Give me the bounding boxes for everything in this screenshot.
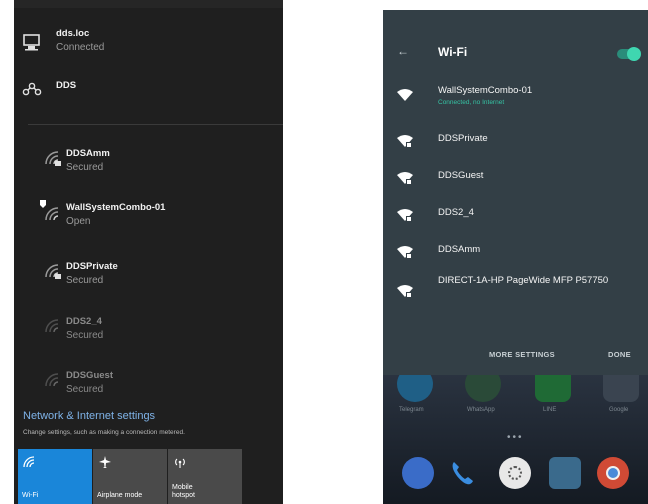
wifi-weak-icon [45,373,59,387]
hotspot-icon [175,458,185,468]
back-arrow-icon[interactable]: ← [397,44,409,58]
network-status: Connected, no Internet [438,99,505,106]
wifi-tile[interactable]: Wi-Fi [18,449,92,504]
flyout-top-strip [14,0,283,8]
network-status: Secured [66,275,104,286]
wifi-secured-icon [45,151,61,166]
airplane-mode-tile[interactable]: Airplane mode [93,449,167,504]
network-status: Secured [66,384,104,395]
wifi-secured-icon [45,264,61,279]
connection-dialup[interactable]: DDS [14,80,283,104]
network-status: Secured [66,162,104,173]
wifi-lock-icon [397,285,413,297]
network-item-wallsystemcombo[interactable]: WallSystemCombo-01 Open [14,200,283,244]
wifi-network-item[interactable]: DDSGuest [383,165,648,193]
mobile-hotspot-tile[interactable]: Mobile hotspot [168,449,242,504]
chrome-icon[interactable] [597,457,629,489]
wifi-lock-icon [397,246,413,258]
network-name: DDSAmm [438,244,481,255]
wifi-network-item[interactable]: DIRECT-1A-HP PageWide MFP P57750 [383,270,648,310]
network-item-ddsprivate[interactable]: DDSPrivate Secured [14,259,283,303]
network-settings-subtext: Change settings, such as making a connec… [23,429,185,436]
wifi-lock-icon [397,172,413,184]
network-name: DDSGuest [438,170,484,181]
connection-status: Connected [56,42,105,53]
network-name: DDSPrivate [66,261,118,272]
wifi-network-item[interactable]: WallSystemCombo-01 Connected, no Interne… [383,80,648,116]
ethernet-icon [23,34,40,51]
dialog-title: Wi-Fi [438,45,468,59]
network-name: WallSystemCombo-01 [66,202,166,213]
wifi-full-icon [397,89,413,101]
network-name: WallSystemCombo-01 [438,85,533,96]
wifi-toggle[interactable] [617,47,641,61]
network-name: DDSAmm [66,148,110,159]
tile-label: Airplane mode [97,492,143,499]
app-label: LINE [543,407,557,413]
page-indicator-dots: ••• [507,432,524,443]
more-settings-button[interactable]: MORE SETTINGS [489,350,555,359]
network-item-ddsguest[interactable]: DDSGuest Secured [14,368,283,412]
toggle-knob [627,47,641,61]
wifi-network-item[interactable]: DDSPrivate [383,128,648,156]
wifi-network-item[interactable]: DDSAmm [383,239,648,267]
app-drawer-icon[interactable] [499,457,531,489]
network-name: DDSGuest [66,370,113,381]
wifi-network-item[interactable]: DDS2_4 [383,202,648,230]
network-item-ddsamm[interactable]: DDSAmm Secured [14,146,283,190]
network-status: Open [66,216,91,227]
app-label: Telegram [399,407,424,413]
app-label: Google [609,407,629,413]
android-screen: Telegram WhatsApp LINE Google ••• ← Wi-F… [383,10,648,504]
dialup-icon [22,82,42,96]
network-name: DIRECT-1A-HP PageWide MFP P57750 [438,275,609,286]
wifi-open-icon [40,200,59,221]
wifi-icon [23,456,35,468]
network-status: Secured [66,330,104,341]
wifi-lock-icon [397,135,413,147]
network-name: DDS2_4 [66,316,102,327]
tile-label: Mobile hotspot [172,484,195,499]
network-name: DDSPrivate [438,133,488,144]
tile-label: Wi-Fi [22,492,39,499]
network-item-dds2-4[interactable]: DDS2_4 Secured [14,314,283,358]
wifi-lock-icon [397,209,413,221]
camera-icon[interactable] [549,457,581,489]
flyout-divider [28,124,283,125]
connection-name: DDS [56,80,77,91]
app-label: WhatsApp [467,407,495,413]
phone-icon[interactable] [447,458,477,488]
network-name: DDS2_4 [438,207,474,218]
done-button[interactable]: DONE [608,350,631,359]
messages-icon[interactable] [402,457,434,489]
connection-ethernet[interactable]: dds.loc Connected [14,28,283,58]
network-settings-link[interactable]: Network & Internet settings [23,410,155,422]
wifi-weak-icon [45,319,59,333]
windows-network-flyout: dds.loc Connected DDS DDSAmm Secured Wal… [14,0,283,504]
wifi-dialog: ← Wi-Fi WallSystemCombo-01 Connected, no… [383,10,648,375]
airplane-icon [99,456,111,468]
connection-name: dds.loc [56,28,90,39]
